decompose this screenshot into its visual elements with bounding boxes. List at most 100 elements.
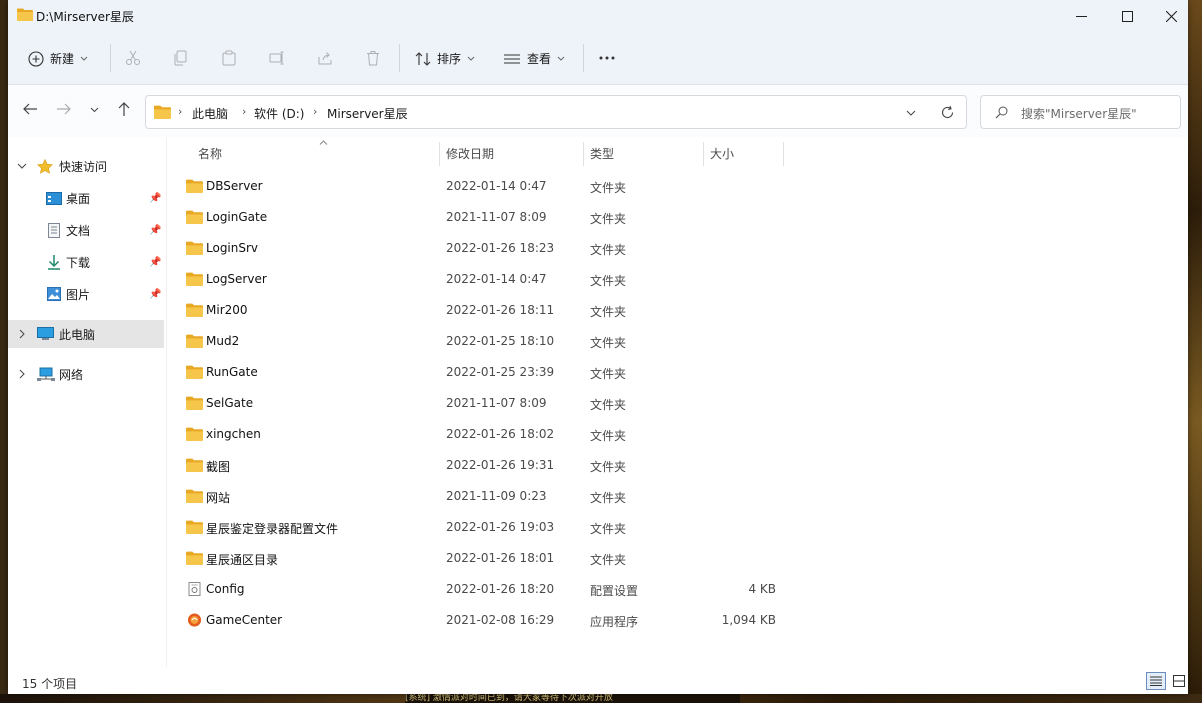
view-button[interactable]: 查看	[503, 50, 565, 67]
new-button[interactable]: 新建	[28, 50, 88, 67]
file-row[interactable]: xingchen 2022-01-26 18:02 文件夹	[167, 419, 787, 450]
file-row[interactable]: SelGate 2021-11-07 8:09 文件夹	[167, 388, 787, 419]
sidebar-item-this-pc[interactable]: 此电脑	[8, 320, 164, 348]
file-name: 星辰鉴定登录器配置文件	[206, 522, 339, 536]
file-date: 2022-01-14 0:47	[446, 179, 547, 193]
window-title: D:\Mirserver星辰	[36, 10, 134, 24]
search-box[interactable]: 搜索"Mirserver星辰"	[980, 95, 1181, 129]
file-row[interactable]: Mir200 2022-01-26 18:11 文件夹	[167, 295, 787, 326]
folder-icon	[186, 427, 203, 441]
back-arrow-icon[interactable]	[22, 101, 38, 117]
minimize-icon	[1075, 15, 1087, 17]
close-button[interactable]	[1148, 0, 1194, 32]
share-button[interactable]	[317, 50, 333, 66]
new-label: 新建	[50, 52, 75, 66]
star-icon	[37, 158, 53, 174]
file-name: DBServer	[206, 179, 263, 193]
details-view-button[interactable]	[1146, 672, 1166, 690]
file-row[interactable]: 星辰鉴定登录器配置文件 2022-01-26 19:03 文件夹	[167, 512, 787, 543]
column-divider[interactable]	[583, 142, 584, 166]
pin-icon[interactable]: 📌	[149, 225, 161, 236]
file-row[interactable]: LogServer 2022-01-14 0:47 文件夹	[167, 264, 787, 295]
paste-icon	[222, 50, 236, 66]
file-row[interactable]: 网站 2021-11-09 0:23 文件夹	[167, 481, 787, 512]
column-header-type[interactable]: 类型	[590, 145, 614, 162]
recent-locations-chevron-icon[interactable]	[90, 107, 99, 113]
maximize-icon	[1121, 10, 1133, 22]
sort-button[interactable]: 排序	[415, 50, 475, 67]
file-row[interactable]: Config 2022-01-26 18:20 配置设置 4 KB	[167, 574, 787, 605]
maximize-button[interactable]	[1104, 0, 1150, 32]
folder-icon	[186, 551, 203, 565]
title-bar[interactable]: D:\Mirserver星辰	[8, 0, 1188, 32]
rename-button[interactable]	[269, 50, 285, 66]
file-row[interactable]: LoginGate 2021-11-07 8:09 文件夹	[167, 202, 787, 233]
minimize-button[interactable]	[1058, 0, 1104, 32]
cut-button[interactable]	[125, 50, 141, 66]
chevron-down-icon	[17, 163, 27, 169]
column-header-size[interactable]: 大小	[710, 145, 734, 162]
tiles-view-icon	[1173, 675, 1185, 687]
chevron-down-icon	[80, 56, 88, 61]
breadcrumb-chevron-icon: ›	[313, 105, 318, 118]
copy-button[interactable]	[173, 50, 189, 66]
pin-icon[interactable]: 📌	[149, 193, 161, 204]
file-name: RunGate	[206, 365, 258, 379]
add-circle-icon	[28, 50, 44, 67]
sort-label: 排序	[437, 52, 462, 66]
more-options-button[interactable]	[598, 50, 616, 66]
sidebar-item-pictures[interactable]: 图片 📌	[8, 280, 164, 308]
file-date: 2022-01-26 18:01	[446, 551, 555, 565]
folder-icon	[186, 303, 203, 317]
breadcrumb-drive-d[interactable]: 软件 (D:)	[254, 105, 304, 122]
sidebar-label: 网络	[59, 367, 84, 382]
file-type: 文件夹	[590, 398, 627, 412]
column-divider[interactable]	[439, 142, 440, 166]
sidebar-item-documents[interactable]: 文档 📌	[8, 216, 164, 244]
file-row[interactable]: RunGate 2022-01-25 23:39 文件夹	[167, 357, 787, 388]
paste-button[interactable]	[221, 50, 237, 66]
folder-icon	[186, 210, 203, 224]
search-input[interactable]: 搜索"Mirserver星辰"	[1021, 105, 1137, 122]
sidebar-label: 桌面	[66, 191, 91, 206]
toolbar-separator	[399, 44, 400, 72]
pin-icon[interactable]: 📌	[149, 257, 161, 268]
delete-button[interactable]	[365, 50, 381, 66]
file-date: 2022-01-26 18:20	[446, 582, 555, 596]
up-arrow-icon[interactable]	[116, 101, 132, 117]
column-divider[interactable]	[783, 142, 784, 166]
column-header-name[interactable]: 名称	[198, 145, 222, 162]
file-row[interactable]: 截图 2022-01-26 19:31 文件夹	[167, 450, 787, 481]
details-view-icon	[1150, 676, 1162, 686]
address-bar[interactable]: › 此电脑 › 软件 (D:) › Mirserver星辰	[145, 95, 967, 129]
more-icon	[599, 56, 615, 60]
breadcrumb-chevron-icon: ›	[242, 105, 247, 118]
file-row[interactable]: DBServer 2022-01-14 0:47 文件夹	[167, 171, 787, 202]
sidebar-item-desktop[interactable]: 桌面 📌	[8, 184, 164, 212]
picture-icon	[47, 287, 61, 301]
tiles-view-button[interactable]	[1169, 672, 1189, 690]
file-name: LogServer	[206, 272, 267, 286]
address-dropdown-icon[interactable]	[906, 110, 916, 116]
file-row[interactable]: LoginSrv 2022-01-26 18:23 文件夹	[167, 233, 787, 264]
share-icon	[318, 52, 332, 65]
breadcrumb-this-pc[interactable]: 此电脑	[192, 105, 228, 122]
sidebar-item-quick-access[interactable]: 快速访问	[8, 152, 164, 180]
file-row[interactable]: GameCenter 2021-02-08 16:29 应用程序 1,094 KB	[167, 605, 787, 636]
pin-icon[interactable]: 📌	[149, 289, 161, 300]
column-header-date[interactable]: 修改日期	[446, 145, 494, 162]
file-type: 文件夹	[590, 367, 627, 381]
refresh-icon[interactable]	[940, 105, 955, 120]
forward-arrow-icon[interactable]	[56, 101, 72, 117]
config-file-icon	[188, 582, 201, 596]
file-type: 文件夹	[590, 181, 627, 195]
file-name: GameCenter	[206, 613, 283, 627]
breadcrumb-current-folder[interactable]: Mirserver星辰	[327, 105, 408, 122]
file-date: 2022-01-25 18:10	[446, 334, 555, 348]
column-divider[interactable]	[703, 142, 704, 166]
sidebar-item-network[interactable]: 网络	[8, 360, 164, 388]
file-row[interactable]: 星辰通区目录 2022-01-26 18:01 文件夹	[167, 543, 787, 574]
file-row[interactable]: Mud2 2022-01-25 18:10 文件夹	[167, 326, 787, 357]
sidebar-item-downloads[interactable]: 下载 📌	[8, 248, 164, 276]
folder-icon	[186, 272, 203, 286]
